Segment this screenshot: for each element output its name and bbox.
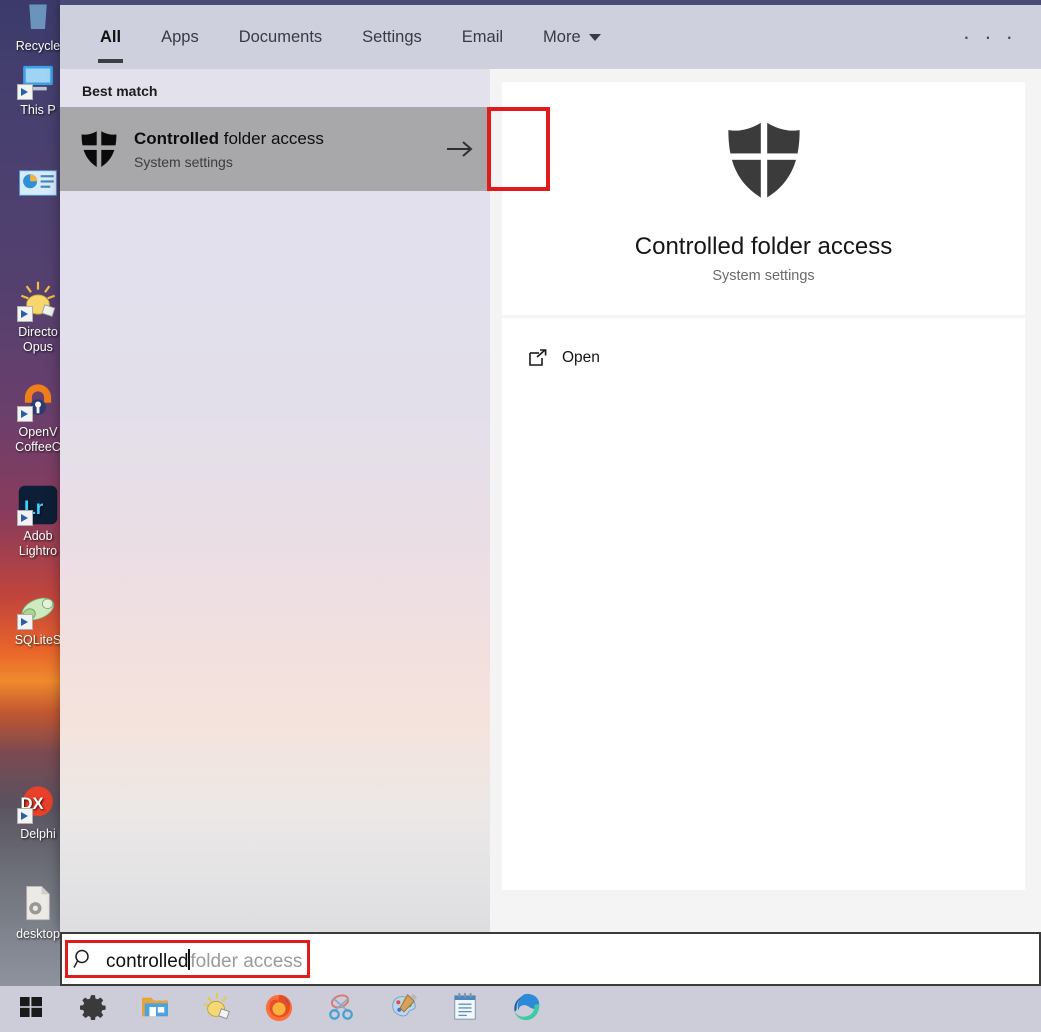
open-action-row[interactable]: Open — [502, 338, 1025, 378]
scissors-icon — [326, 993, 356, 1026]
directory-opus-icon — [17, 280, 59, 322]
this-pc-icon — [17, 58, 59, 100]
opus-icon — [202, 992, 232, 1027]
lightroom-icon: Lr — [17, 484, 59, 526]
taskbar-microsoft-edge[interactable] — [496, 986, 558, 1032]
search-input-bar[interactable]: controlled folder access — [60, 932, 1041, 986]
best-match-title-match: Controlled — [134, 129, 219, 148]
desktop-icon[interactable]: desktop — [2, 882, 62, 942]
search-preview-pane: Controlled folder access System settings… — [490, 69, 1041, 932]
preview-header-card: Controlled folder access System settings — [502, 82, 1025, 315]
tab-label: Email — [461, 27, 504, 46]
notepad-icon — [451, 992, 479, 1027]
recycle-bin-icon — [17, 0, 59, 36]
search-suggestion-text: folder access — [190, 950, 303, 972]
windows-logo-icon — [19, 995, 43, 1024]
shield-icon — [68, 127, 130, 171]
desktop-icon-label: This P — [20, 103, 56, 117]
desktop-icon[interactable]: This P — [2, 58, 62, 118]
chevron-down-icon — [588, 33, 601, 41]
desktop-icon-label: Recycle — [15, 39, 61, 53]
best-match-result-row[interactable]: Controlled folder access System settings — [60, 107, 491, 191]
open-external-icon — [528, 348, 562, 368]
desktop-icon[interactable]: Lr Adob Lightro — [2, 484, 62, 559]
desktop-icon[interactable]: SQLiteS — [2, 588, 62, 648]
overflow-menu-button[interactable]: · · · — [963, 5, 1017, 69]
folder-icon — [140, 994, 170, 1025]
tab-label: More — [543, 27, 581, 46]
tab-apps[interactable]: Apps — [141, 5, 219, 69]
search-text-content: controlled folder access — [106, 946, 302, 973]
desktop-icon-list: Recycle This P Directo Opus OpenV CoffeeC Lr… — [0, 0, 62, 990]
desktop-icon[interactable]: OpenV CoffeeC — [2, 380, 62, 455]
arrow-right-icon — [446, 141, 473, 157]
tab-label: Documents — [238, 27, 323, 46]
taskbar-directory-opus[interactable] — [186, 986, 248, 1032]
search-filter-tabbar: All Apps Documents Settings Email More — [60, 5, 1041, 69]
taskbar-snipping-tool[interactable] — [310, 986, 372, 1032]
tab-settings[interactable]: Settings — [342, 5, 442, 69]
taskbar-start-button[interactable] — [0, 986, 62, 1032]
chart-app-icon — [17, 162, 59, 204]
taskbar-paint[interactable] — [372, 986, 434, 1032]
firefox-icon — [264, 992, 294, 1027]
tab-more[interactable]: More — [523, 5, 621, 69]
search-typed-text: controlled — [106, 950, 189, 972]
search-results-pane: Best match Controlled folder access Syst… — [60, 69, 491, 932]
desktop-icon-label: desktop — [16, 927, 60, 941]
tab-label: Apps — [161, 27, 199, 46]
desktop-icon-label: OpenV CoffeeC — [15, 425, 61, 454]
preview-subtitle: System settings — [712, 267, 815, 284]
desktop-icon-label: Adob Lightro — [18, 529, 58, 558]
tab-email[interactable]: Email — [442, 5, 523, 69]
preview-actions-card: Open — [502, 318, 1025, 890]
preview-title: Controlled folder access — [634, 232, 893, 260]
ini-file-icon — [17, 882, 59, 924]
best-match-title-rest: folder access — [219, 129, 324, 148]
taskbar — [0, 986, 1041, 1032]
desktop-icon-label: Directo Opus — [18, 325, 58, 354]
tab-documents[interactable]: Documents — [219, 5, 342, 69]
windows-search-flyout: All Apps Documents Settings Email More · · · … — [60, 0, 1041, 932]
shield-icon — [719, 114, 809, 211]
best-match-heading: Best match — [82, 83, 158, 99]
sqlite-icon — [17, 588, 59, 630]
text-cursor — [188, 948, 191, 970]
search-icon — [62, 948, 106, 970]
edge-icon — [512, 992, 542, 1027]
best-match-expand-arrow-button[interactable] — [428, 107, 491, 191]
desktop-icon-label: Delphi — [20, 827, 56, 841]
taskbar-firefox[interactable] — [248, 986, 310, 1032]
desktop-icon-label: SQLiteS — [14, 633, 62, 647]
taskbar-settings[interactable] — [62, 986, 124, 1032]
tab-all[interactable]: All — [80, 5, 141, 69]
desktop-icon[interactable]: Recycle — [2, 0, 62, 54]
desktop-icon[interactable] — [2, 162, 62, 204]
desktop-icon[interactable]: Directo Opus — [2, 280, 62, 355]
delphi-icon: DX — [17, 782, 59, 824]
openvpn-icon — [17, 380, 59, 422]
tab-label: All — [100, 27, 122, 46]
paint-palette-icon — [388, 992, 418, 1027]
desktop-icon[interactable]: DX Delphi — [2, 782, 62, 842]
gear-icon — [79, 994, 106, 1025]
taskbar-file-explorer[interactable] — [124, 986, 186, 1032]
open-action-label: Open — [562, 349, 600, 366]
taskbar-notepad[interactable] — [434, 986, 496, 1032]
tab-label: Settings — [362, 27, 422, 46]
